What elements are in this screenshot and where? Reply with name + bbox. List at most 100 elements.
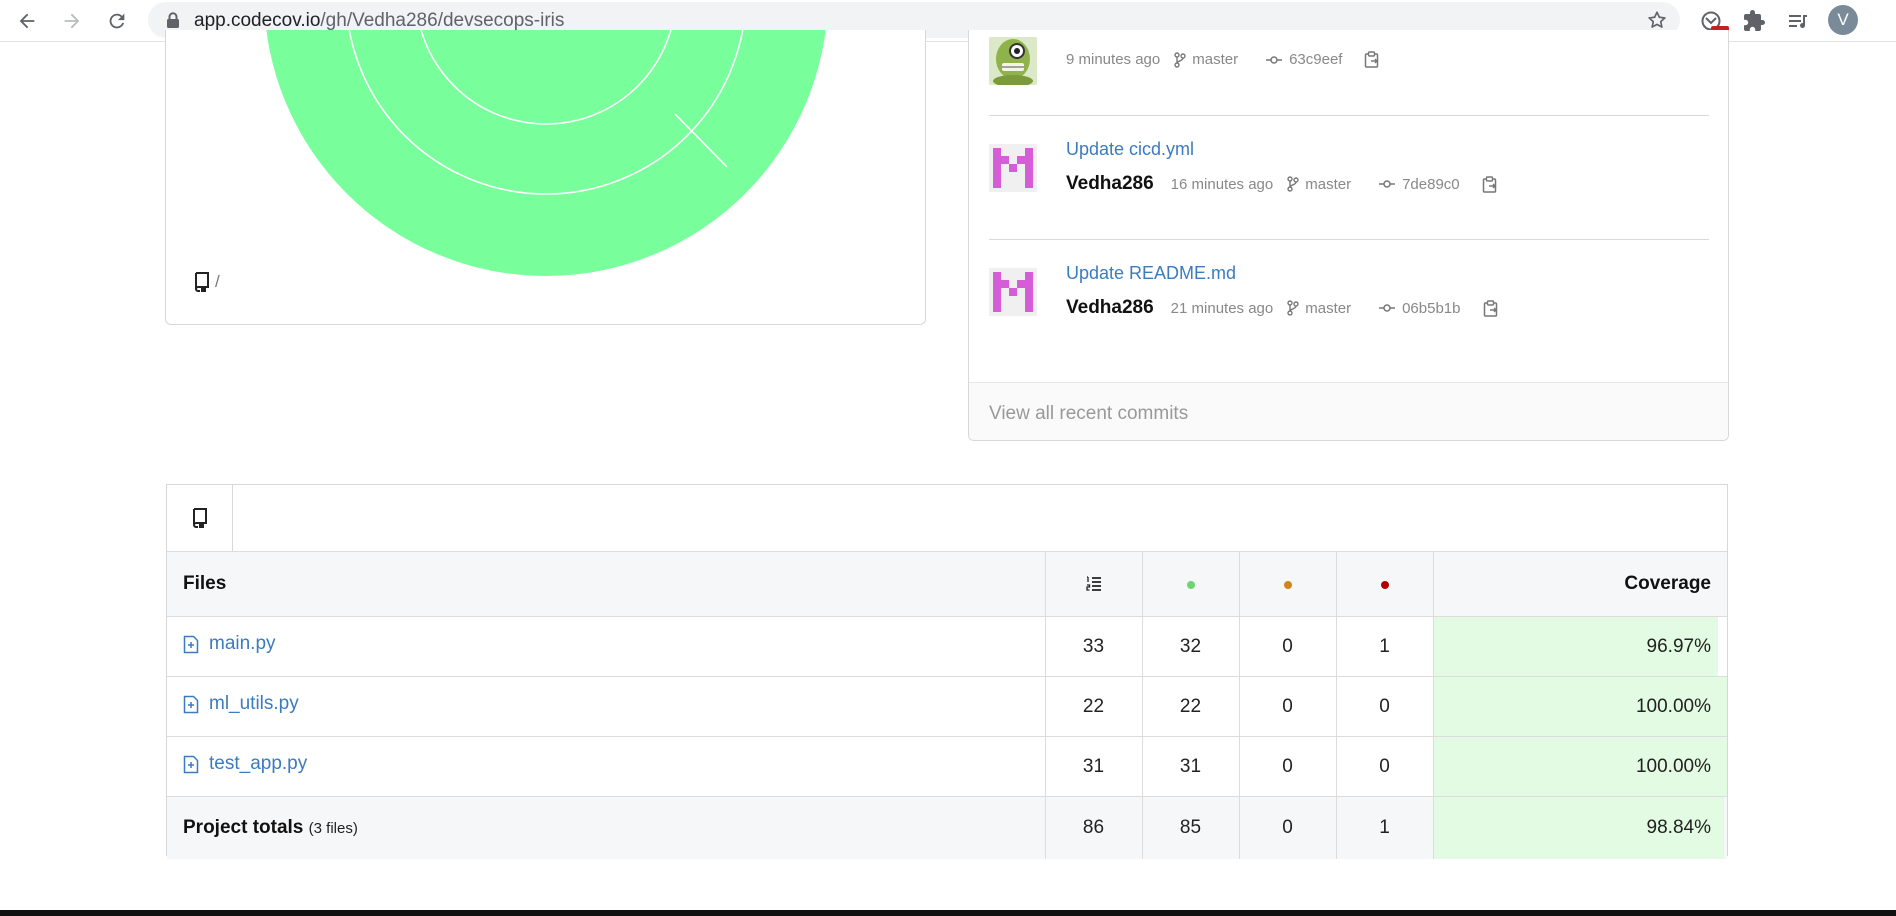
commit-meta: Vedha286 21 minutes ago master 06b5b1b bbox=[1066, 297, 1499, 319]
file-link[interactable]: main.py bbox=[183, 633, 276, 655]
recent-commits-card: 9 minutes ago master 63c9eef Update cicd… bbox=[968, 30, 1729, 441]
project-totals-row: Project totals (3 files) 86 85 0 1 98.84… bbox=[167, 796, 1727, 859]
lines-column-header[interactable] bbox=[1045, 551, 1143, 617]
totals-misses-cell: 1 bbox=[1336, 796, 1434, 859]
branch-icon bbox=[1287, 300, 1299, 316]
file-cell[interactable]: main.py bbox=[167, 616, 1046, 677]
commit-branch[interactable]: master bbox=[1287, 176, 1351, 193]
file-link[interactable]: test_app.py bbox=[183, 753, 307, 775]
commit-time: 16 minutes ago bbox=[1170, 175, 1274, 193]
puzzle-icon[interactable] bbox=[1740, 7, 1768, 35]
commit-time: 21 minutes ago bbox=[1170, 299, 1274, 317]
file-name[interactable]: main.py bbox=[209, 633, 276, 655]
commit-author-avatar bbox=[989, 37, 1037, 85]
breadcrumb-path[interactable]: / bbox=[215, 272, 220, 292]
totals-hits-cell: 85 bbox=[1142, 796, 1240, 859]
totals-lines-cell: 86 bbox=[1045, 796, 1143, 859]
file-name[interactable]: test_app.py bbox=[209, 753, 307, 775]
table-header-row: Files Coverage bbox=[167, 551, 1727, 617]
file-icon bbox=[183, 755, 199, 773]
commit-icon bbox=[1379, 304, 1396, 312]
totals-coverage-cell: 98.84% bbox=[1433, 796, 1727, 859]
file-coverage-card: Files Coverage main.py 33 32 0 1 96.97% … bbox=[166, 484, 1728, 859]
commit-icon bbox=[1266, 55, 1283, 64]
hits-cell: 32 bbox=[1142, 616, 1240, 677]
forward-arrow-icon[interactable] bbox=[55, 4, 89, 38]
sunburst-outer-ring[interactable] bbox=[264, 30, 828, 276]
repo-icon bbox=[192, 508, 207, 528]
misses-cell: 1 bbox=[1336, 616, 1434, 677]
bottom-edge bbox=[0, 910, 1896, 916]
file-link[interactable]: ml_utils.py bbox=[183, 693, 299, 715]
commit-branch-name: master bbox=[1305, 175, 1352, 193]
view-all-commits-link[interactable]: View all recent commits bbox=[989, 403, 1188, 425]
totals-file-count: (3 files) bbox=[308, 819, 358, 837]
commit-title-link[interactable]: Update cicd.yml bbox=[1066, 139, 1194, 160]
totals-partials-cell: 0 bbox=[1239, 796, 1337, 859]
partials-cell: 0 bbox=[1239, 616, 1337, 677]
commit-icon bbox=[1379, 180, 1396, 188]
bookmark-star-icon[interactable] bbox=[1646, 9, 1668, 31]
commit-branch-name: master bbox=[1192, 51, 1239, 68]
copy-clipboard-icon[interactable] bbox=[1483, 299, 1499, 317]
commit-time: 9 minutes ago bbox=[1066, 51, 1161, 68]
file-coverage-table: Files Coverage main.py 33 32 0 1 96.97% … bbox=[167, 551, 1727, 859]
lines-cell: 33 bbox=[1045, 616, 1143, 677]
coverage-cell: 100.00% bbox=[1433, 676, 1727, 737]
partials-column-header[interactable] bbox=[1239, 551, 1337, 617]
coverage-column-header[interactable]: Coverage bbox=[1433, 551, 1727, 617]
table-row[interactable]: test_app.py 31 31 0 0 100.00% bbox=[167, 736, 1727, 797]
commit-title-link[interactable]: Update README.md bbox=[1066, 263, 1236, 284]
misses-column-header[interactable] bbox=[1336, 551, 1434, 617]
sunburst-breadcrumb[interactable]: / bbox=[193, 272, 220, 292]
file-cell[interactable]: ml_utils.py bbox=[167, 676, 1046, 737]
partials-cell: 0 bbox=[1239, 736, 1337, 797]
copy-clipboard-icon[interactable] bbox=[1482, 175, 1498, 193]
commit-sha[interactable]: 63c9eef bbox=[1266, 51, 1342, 68]
lines-cell: 31 bbox=[1045, 736, 1143, 797]
branch-icon bbox=[1287, 176, 1299, 192]
commit-sha-value: 63c9eef bbox=[1289, 51, 1343, 68]
table-row[interactable]: ml_utils.py 22 22 0 0 100.00% bbox=[167, 676, 1727, 737]
hit-dot-icon bbox=[1186, 581, 1195, 589]
misses-cell: 0 bbox=[1336, 736, 1434, 797]
commit-sha-value: 7de89c0 bbox=[1402, 175, 1460, 193]
commit-author-avatar bbox=[989, 268, 1037, 316]
file-icon bbox=[183, 635, 199, 653]
file-name[interactable]: ml_utils.py bbox=[209, 693, 299, 715]
commit-branch[interactable]: master bbox=[1287, 300, 1351, 317]
commit-author-avatar bbox=[989, 144, 1037, 192]
totals-coverage-value: 98.84% bbox=[1646, 816, 1711, 838]
lines-cell: 22 bbox=[1045, 676, 1143, 737]
url-text: app.codecov.io/gh/Vedha286/devsecops-iri… bbox=[194, 10, 565, 31]
profile-avatar[interactable]: V bbox=[1828, 5, 1858, 35]
coverage-sunburst-chart[interactable] bbox=[166, 30, 926, 325]
commit-sha[interactable]: 06b5b1b bbox=[1379, 300, 1461, 317]
partial-dot-icon bbox=[1283, 581, 1292, 589]
file-icon bbox=[183, 695, 199, 713]
files-column-header[interactable]: Files bbox=[167, 551, 1046, 617]
coverage-value: 100.00% bbox=[1635, 755, 1711, 777]
file-cell[interactable]: test_app.py bbox=[167, 736, 1046, 797]
coverage-cell: 100.00% bbox=[1433, 736, 1727, 797]
commit-branch[interactable]: master bbox=[1174, 51, 1238, 68]
commit-divider bbox=[989, 115, 1709, 116]
commit-meta: Vedha286 16 minutes ago master 7de89c0 bbox=[1066, 173, 1498, 195]
hits-column-header[interactable] bbox=[1142, 551, 1240, 617]
miss-dot-icon bbox=[1380, 581, 1389, 589]
list-lines-icon bbox=[1085, 576, 1101, 591]
coverage-value: 96.97% bbox=[1646, 635, 1711, 657]
sunburst-card: / bbox=[165, 30, 926, 325]
partials-cell: 0 bbox=[1239, 676, 1337, 737]
reload-icon[interactable] bbox=[100, 4, 134, 38]
sunburst-rings[interactable] bbox=[264, 30, 828, 276]
back-arrow-icon[interactable] bbox=[10, 4, 44, 38]
commit-author: Vedha286 bbox=[1066, 297, 1154, 318]
commit-branch-name: master bbox=[1305, 299, 1352, 317]
media-queue-icon[interactable] bbox=[1784, 7, 1812, 35]
commit-sha[interactable]: 7de89c0 bbox=[1379, 176, 1460, 193]
tab-files[interactable] bbox=[167, 485, 233, 551]
commit-author: Vedha286 bbox=[1066, 173, 1154, 194]
copy-clipboard-icon[interactable] bbox=[1364, 51, 1380, 68]
table-row[interactable]: main.py 33 32 0 1 96.97% bbox=[167, 616, 1727, 677]
